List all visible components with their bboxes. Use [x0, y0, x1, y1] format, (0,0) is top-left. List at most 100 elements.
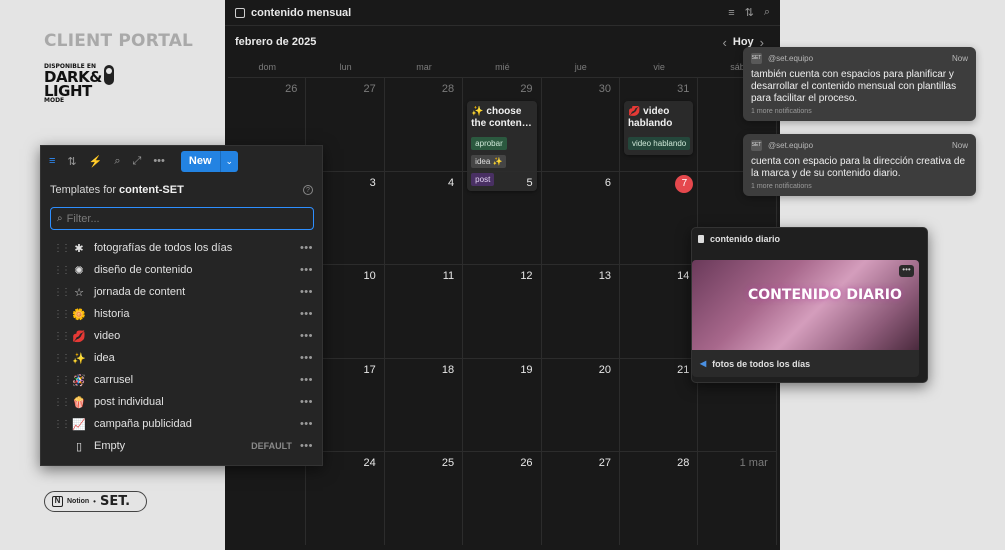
filter-icon[interactable]: ≡ — [728, 7, 734, 19]
weekday-label: jue — [574, 62, 587, 72]
calendar-day-cell[interactable]: 21 — [619, 357, 699, 452]
calendar-day-cell[interactable]: 1 mar — [698, 451, 777, 545]
notification[interactable]: SET @set.equipo Now también cuenta con e… — [743, 47, 976, 121]
calendar-day-cell[interactable]: 27 — [541, 451, 620, 545]
more-icon[interactable]: ••• — [300, 308, 313, 320]
more-icon[interactable]: ••• — [899, 265, 914, 277]
calendar-day-cell[interactable]: 25 — [384, 451, 464, 545]
calendar-day-cell[interactable]: 7 — [619, 170, 699, 265]
calendar-day-cell[interactable]: 18 — [384, 357, 464, 452]
toggle-icon — [104, 65, 114, 85]
drag-handle-icon[interactable]: ⋮⋮ — [53, 309, 71, 320]
sort-icon[interactable]: ⇅ — [67, 155, 76, 168]
calendar-day-cell[interactable]: 19 — [463, 357, 542, 452]
calendar-day-cell[interactable]: 30 — [541, 77, 620, 171]
month-label: febrero de 2025 — [235, 36, 317, 48]
search-icon[interactable]: ⌕ — [114, 155, 120, 168]
drag-handle-icon[interactable]: ⋮⋮ — [53, 331, 71, 342]
prev-month-icon[interactable]: ‹ — [723, 35, 727, 50]
more-icon[interactable]: ••• — [300, 242, 313, 254]
filter-icon[interactable]: ≡ — [49, 155, 55, 167]
template-icon: 💋 — [72, 330, 86, 343]
template-item[interactable]: ⋮⋮ ✺ diseño de contenido ••• — [41, 259, 322, 281]
help-icon[interactable]: ? — [303, 185, 313, 195]
template-icon: 🪅 — [72, 374, 86, 387]
search-icon[interactable]: ⌕ — [764, 6, 770, 19]
automation-icon[interactable]: ⚡ — [89, 155, 103, 168]
gallery-title[interactable]: contenido diario — [710, 234, 780, 244]
calendar-day-cell[interactable]: 26 — [463, 451, 542, 545]
template-icon: 🌼 — [72, 308, 86, 321]
more-icon[interactable]: ••• — [300, 264, 313, 276]
event-card[interactable]: 💋 video hablando video hablando — [623, 101, 694, 155]
filter-input[interactable] — [66, 212, 287, 225]
sort-icon[interactable]: ⇅ — [745, 6, 754, 19]
drag-handle-icon[interactable]: ⋮⋮ — [53, 353, 71, 364]
day-number: 31 — [677, 83, 690, 95]
drag-handle-icon[interactable]: ⋮⋮ — [53, 397, 71, 408]
template-icon: ✺ — [74, 264, 84, 277]
day-number: 26 — [285, 83, 298, 95]
template-item[interactable]: ⋮⋮ 🍿 post individual ••• — [41, 391, 322, 413]
more-icon[interactable]: ••• — [300, 286, 313, 298]
template-item[interactable]: ⋮⋮ 📈 campaña publicidad ••• — [41, 413, 322, 435]
expand-icon[interactable]: ⤢ — [133, 155, 142, 168]
calendar-day-cell[interactable]: 6 — [541, 170, 620, 265]
calendar-day-cell[interactable]: 14 — [619, 264, 699, 358]
notification-time: Now — [951, 141, 968, 150]
day-number: 14 — [677, 270, 690, 283]
new-button[interactable]: New — [180, 150, 220, 172]
calendar-day-cell[interactable]: 11 — [384, 264, 464, 358]
app-icon: SET — [751, 53, 762, 64]
notification-time: Now — [951, 54, 968, 63]
day-number: 3 — [369, 176, 376, 189]
calendar-day-cell[interactable]: 28 — [619, 451, 699, 545]
more-icon[interactable]: ••• — [300, 396, 313, 408]
gallery-card[interactable]: CONTENIDO DIARIO ••• ◀ fotos de todos lo… — [692, 260, 919, 377]
template-item[interactable]: ⋮⋮ ✨ idea ••• — [41, 347, 322, 369]
page-icon: ▯ — [75, 440, 83, 453]
template-icon: ✨ — [72, 352, 86, 365]
weekday-header: dom lun mar mié jue vie sáb — [228, 58, 780, 76]
day-number: 19 — [520, 363, 533, 376]
template-item[interactable]: ⋮⋮ ☆ jornada de content ••• — [41, 281, 322, 303]
template-item[interactable]: ⋮⋮ ✱ fotografías de todos los días ••• — [41, 237, 322, 259]
calendar-day-cell[interactable]: 5 — [463, 170, 542, 265]
calendar-day-cell[interactable]: 4 — [384, 170, 464, 265]
template-item[interactable]: ⋮⋮ 💋 video ••• — [41, 325, 322, 347]
drag-handle-icon[interactable]: ⋮⋮ — [53, 287, 71, 298]
brand-title: CLIENT PORTAL — [44, 31, 194, 51]
day-number: 18 — [441, 363, 455, 376]
calendar-day-cell[interactable]: 31 💋 video hablando video hablando — [619, 77, 699, 171]
notification[interactable]: SET @set.equipo Now cuenta con espacio p… — [743, 134, 976, 196]
template-item-empty[interactable]: ▯ Empty DEFAULT ••• — [41, 435, 322, 457]
drag-handle-icon[interactable]: ⋮⋮ — [53, 243, 71, 254]
calendar-day-cell[interactable]: 20 — [541, 357, 620, 452]
calendar-header: contenido mensual ≡ ⇅ ⌕ — [225, 0, 780, 26]
calendar-title[interactable]: contenido mensual — [251, 7, 718, 19]
weekday-label: mar — [416, 62, 432, 72]
drag-handle-icon[interactable]: ⋮⋮ — [53, 419, 71, 430]
more-icon[interactable]: ••• — [300, 352, 313, 364]
more-icon[interactable]: ••• — [153, 155, 165, 167]
filter-field: ⌕ — [50, 207, 314, 230]
drag-handle-icon[interactable]: ⋮⋮ — [53, 265, 71, 276]
template-label: historia — [94, 308, 130, 320]
template-item[interactable]: ⋮⋮ 🪅 carrusel ••• — [41, 369, 322, 391]
calendar-day-cell[interactable]: 28 — [384, 77, 464, 171]
more-icon[interactable]: ••• — [300, 374, 313, 386]
template-label: video — [94, 330, 121, 342]
notification-more: 1 more notifications — [751, 183, 812, 190]
calendar-day-cell[interactable]: 29 ✨ choose the conten… aprobaridea ✨post — [463, 77, 542, 191]
more-icon[interactable]: ••• — [300, 418, 313, 430]
template-icon: ✱ — [74, 242, 84, 255]
template-item[interactable]: ⋮⋮ 🌼 historia ••• — [41, 303, 322, 325]
gallery-card-caption: ◀ fotos de todos los días — [692, 350, 919, 377]
chevron-down-icon[interactable]: ⌄ — [219, 150, 239, 172]
more-icon[interactable]: ••• — [300, 330, 313, 342]
day-number: 6 — [604, 176, 611, 189]
calendar-day-cell[interactable]: 13 — [541, 264, 620, 358]
drag-handle-icon[interactable]: ⋮⋮ — [53, 375, 71, 386]
calendar-day-cell[interactable]: 12 — [463, 264, 542, 358]
more-icon[interactable]: ••• — [300, 440, 313, 452]
